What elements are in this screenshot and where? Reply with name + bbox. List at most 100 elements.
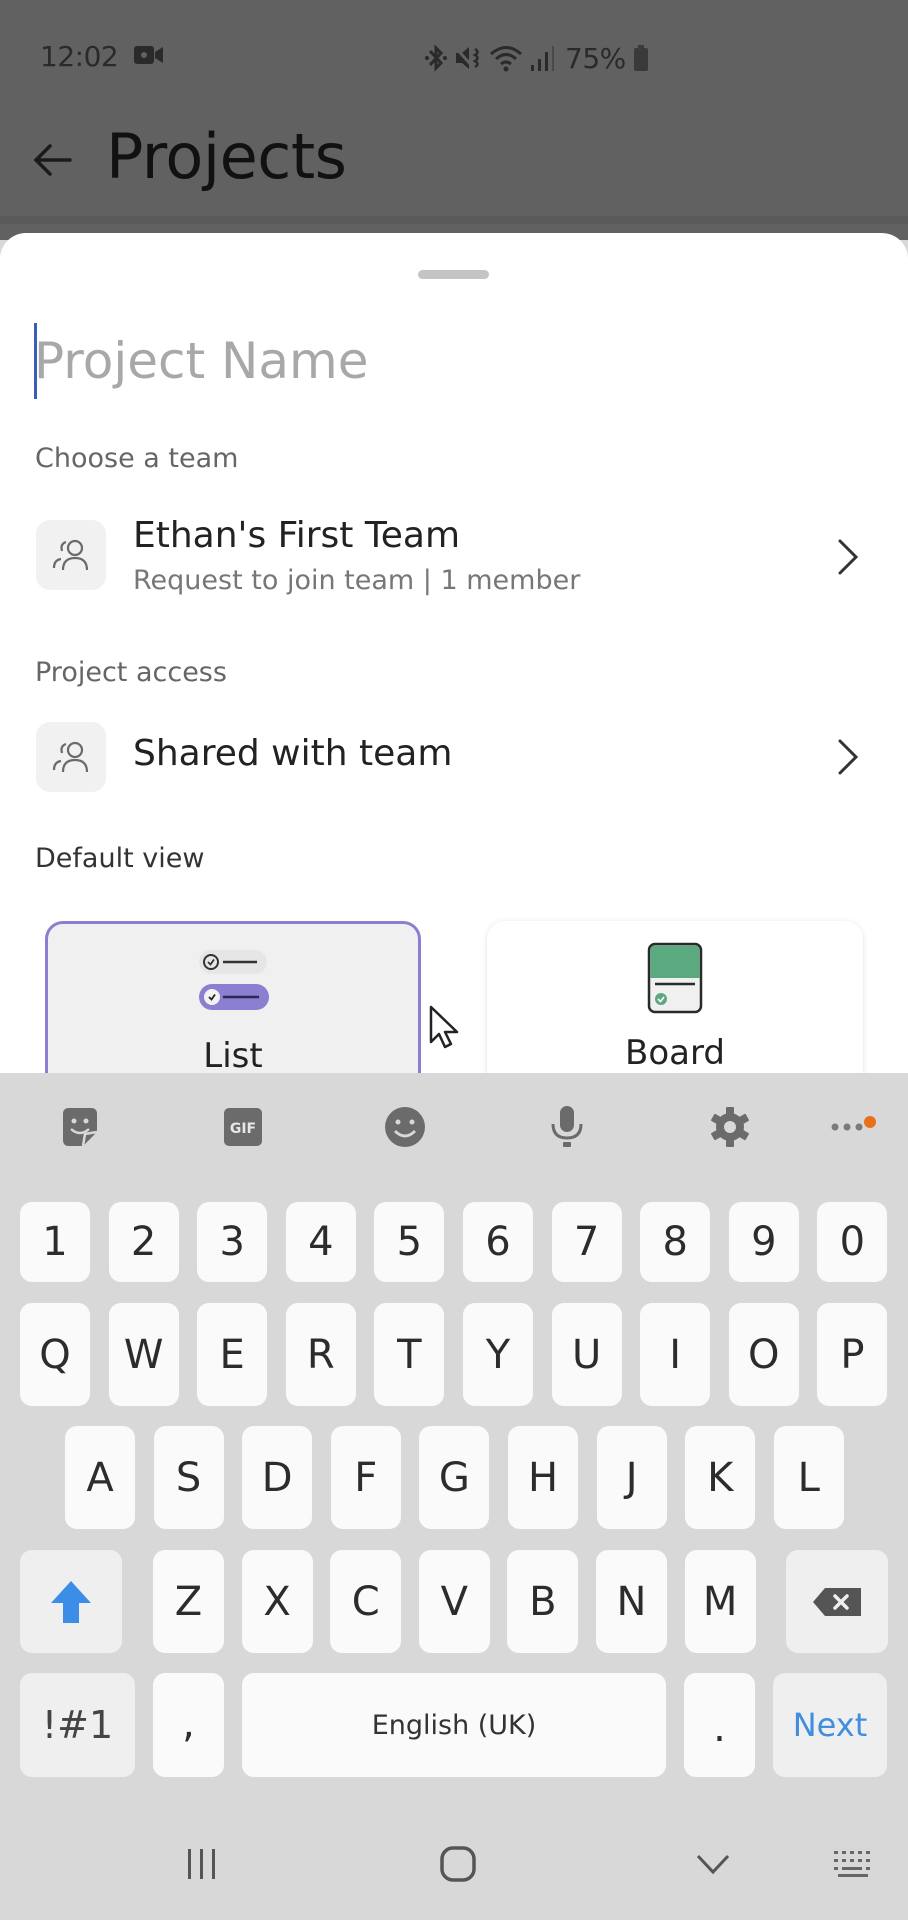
board-view-icon xyxy=(647,942,703,1014)
emoji-icon xyxy=(385,1107,425,1147)
new-project-sheet: Choose a team Ethan's First Team Request… xyxy=(0,233,908,1133)
key-b[interactable]: B xyxy=(507,1550,579,1653)
key-k[interactable]: K xyxy=(685,1426,756,1529)
shift-arrow-icon xyxy=(51,1580,91,1623)
recent-apps-icon xyxy=(188,1849,215,1879)
key-0[interactable]: 0 xyxy=(817,1202,888,1282)
next-key[interactable]: Next xyxy=(773,1673,887,1777)
sticker-button[interactable] xyxy=(56,1103,104,1151)
key-f[interactable]: F xyxy=(330,1426,401,1529)
key-e[interactable]: E xyxy=(197,1303,268,1406)
key-h[interactable]: H xyxy=(508,1426,578,1529)
app-bar-divider xyxy=(0,216,908,224)
key-6[interactable]: 6 xyxy=(463,1202,533,1282)
period-key[interactable]: . xyxy=(684,1673,755,1777)
view-option-label: List xyxy=(203,1036,263,1076)
gif-button[interactable]: GIF xyxy=(219,1103,267,1151)
key-d[interactable]: D xyxy=(242,1426,313,1529)
key-8[interactable]: 8 xyxy=(640,1202,711,1282)
key-9[interactable]: 9 xyxy=(728,1202,799,1282)
key-p[interactable]: P xyxy=(817,1303,888,1406)
view-option-label: Board xyxy=(625,1033,725,1073)
gif-icon: GIF xyxy=(224,1108,262,1146)
more-icon xyxy=(831,1123,863,1131)
recent-apps-button[interactable] xyxy=(182,1842,222,1886)
chevron-right-icon xyxy=(838,539,859,575)
key-i[interactable]: I xyxy=(640,1303,711,1406)
key-u[interactable]: U xyxy=(551,1303,622,1406)
key-4[interactable]: 4 xyxy=(285,1202,356,1282)
key-g[interactable]: G xyxy=(419,1426,490,1529)
key-n[interactable]: N xyxy=(596,1550,667,1653)
project-access-value: Shared with team xyxy=(133,733,453,774)
space-key[interactable]: English (UK) xyxy=(242,1673,666,1777)
comma-key[interactable]: , xyxy=(153,1673,224,1777)
key-5[interactable]: 5 xyxy=(374,1202,445,1282)
battery-icon xyxy=(633,45,648,71)
microphone-icon xyxy=(551,1106,583,1147)
project-access-row[interactable]: Shared with team xyxy=(0,709,908,805)
battery-percent: 75% xyxy=(565,41,626,75)
status-bar: 12:02 75% xyxy=(0,30,908,85)
project-access-label: Project access xyxy=(35,657,227,688)
list-view-icon xyxy=(199,950,269,1010)
home-button[interactable] xyxy=(436,1842,480,1886)
key-s[interactable]: S xyxy=(153,1426,224,1529)
key-3[interactable]: 3 xyxy=(197,1202,268,1282)
key-a[interactable]: A xyxy=(65,1426,135,1529)
key-o[interactable]: O xyxy=(728,1303,799,1406)
key-q[interactable]: Q xyxy=(20,1303,90,1406)
voice-input-button[interactable] xyxy=(543,1103,591,1151)
choose-team-label: Choose a team xyxy=(35,443,239,474)
arrow-left-icon[interactable] xyxy=(30,138,74,182)
key-z[interactable]: Z xyxy=(153,1550,224,1653)
status-icons: 75% xyxy=(425,38,650,78)
key-1[interactable]: 1 xyxy=(20,1202,90,1282)
svg-text:GIF: GIF xyxy=(230,1121,256,1137)
more-options-button[interactable] xyxy=(823,1103,871,1151)
key-m[interactable]: M xyxy=(684,1550,756,1653)
wifi-icon xyxy=(490,46,522,72)
system-nav-bar xyxy=(0,1820,908,1920)
screen-record-icon xyxy=(134,46,163,64)
signal-icon xyxy=(531,46,554,71)
key-j[interactable]: J xyxy=(596,1426,667,1529)
drag-handle[interactable] xyxy=(418,270,489,279)
symbols-key[interactable]: !#1 xyxy=(20,1673,135,1777)
people-icon xyxy=(52,539,89,571)
keyboard-toolbar: GIF xyxy=(0,1073,908,1183)
key-t[interactable]: T xyxy=(374,1303,445,1406)
key-2[interactable]: 2 xyxy=(108,1202,179,1282)
key-c[interactable]: C xyxy=(330,1550,402,1653)
key-r[interactable]: R xyxy=(285,1303,356,1406)
key-w[interactable]: W xyxy=(108,1303,179,1406)
status-time: 12:02 xyxy=(40,40,119,73)
project-name-input[interactable] xyxy=(34,323,834,399)
text-caret xyxy=(34,323,37,399)
page-title: Projects xyxy=(106,120,347,193)
backspace-key[interactable] xyxy=(786,1550,888,1653)
team-subtitle: Request to join team | 1 member xyxy=(133,565,581,596)
hide-keyboard-icon xyxy=(696,1854,730,1875)
on-screen-keyboard: G I F !#1 , English (UK) . Next 1 2 3 4 5 … xyxy=(0,1073,908,1920)
app-bar: Projects xyxy=(0,110,908,216)
shift-key[interactable] xyxy=(20,1550,122,1653)
keyboard-switch-button[interactable] xyxy=(830,1842,876,1886)
backspace-icon xyxy=(813,1587,861,1616)
key-y[interactable]: Y xyxy=(463,1303,533,1406)
key-7[interactable]: 7 xyxy=(551,1202,622,1282)
key-x[interactable]: X xyxy=(241,1550,313,1653)
emoji-button[interactable] xyxy=(381,1103,429,1151)
keyboard-settings-button[interactable] xyxy=(706,1103,754,1151)
home-icon xyxy=(440,1846,476,1882)
key-l[interactable]: L xyxy=(773,1426,844,1529)
team-icon-tile xyxy=(36,520,106,590)
hide-keyboard-button[interactable] xyxy=(692,1842,734,1886)
settings-icon xyxy=(711,1107,749,1147)
team-selector-row[interactable]: Ethan's First Team Request to join team … xyxy=(0,511,908,607)
key-v[interactable]: V xyxy=(418,1550,490,1653)
sticker-icon xyxy=(63,1108,98,1147)
people-icon xyxy=(52,741,89,773)
mouse-pointer-icon xyxy=(429,1005,459,1049)
access-icon-tile xyxy=(36,722,106,792)
